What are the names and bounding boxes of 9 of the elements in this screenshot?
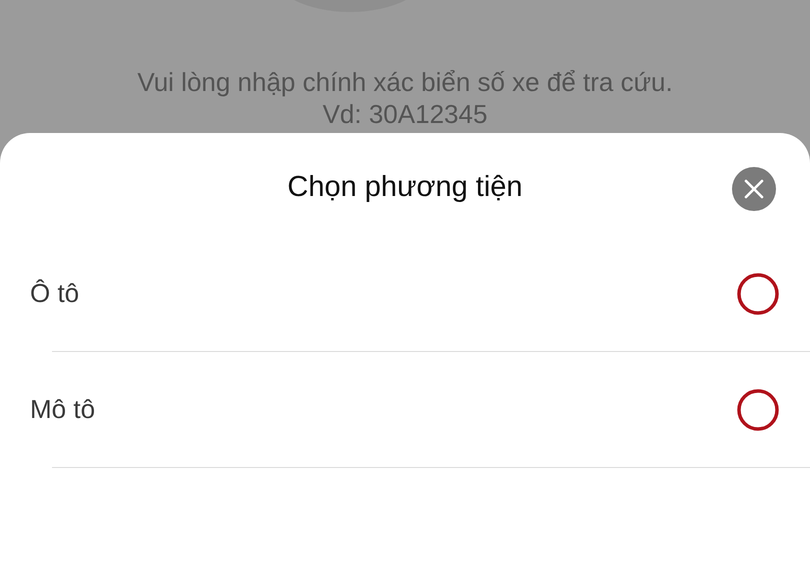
sheet-title: Chọn phương tiện bbox=[287, 171, 523, 203]
radio-button[interactable] bbox=[736, 272, 780, 316]
radio-button[interactable] bbox=[736, 388, 780, 432]
example-text: Vd: 30A12345 bbox=[322, 98, 488, 130]
vehicle-option-label[interactable]: Ô tô bbox=[30, 274, 80, 313]
close-icon bbox=[744, 179, 764, 199]
vehicle-option-label[interactable]: Mô tô bbox=[30, 390, 96, 429]
close-button[interactable] bbox=[732, 167, 776, 211]
instruction-text: Vui lòng nhập chính xác biển số xe để tra cứu. bbox=[136, 66, 674, 98]
